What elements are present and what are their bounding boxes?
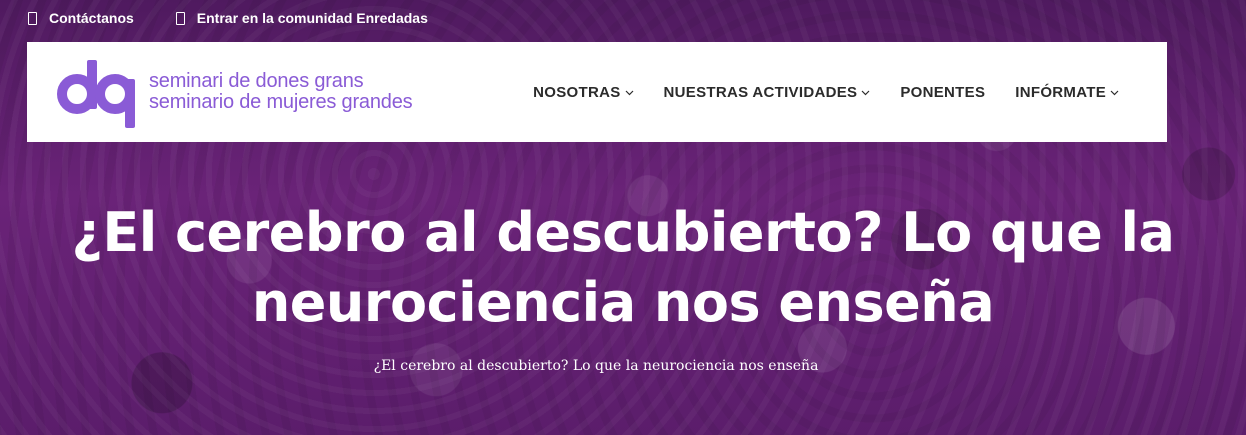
chevron-down-icon <box>625 90 633 95</box>
nav-item-label: INFÓRMATE <box>1015 83 1106 101</box>
community-link-label: Entrar en la comunidad Enredadas <box>196 10 428 26</box>
nav-item-label: NUESTRAS ACTIVIDADES <box>663 83 858 101</box>
site-header: seminari de dones grans seminario de muj… <box>27 42 1167 142</box>
logo-text-spanish: seminario de mujeres grandes <box>149 91 413 113</box>
nav-item-label: NOSOTRAS <box>533 83 621 101</box>
nav-item-nuestras-actividades[interactable]: NUESTRAS ACTIVIDADES <box>664 84 871 101</box>
nav-item-informate[interactable]: INFÓRMATE <box>1015 84 1119 101</box>
site-logo[interactable]: seminari de dones grans seminario de muj… <box>57 56 413 128</box>
phone-icon <box>28 11 37 25</box>
nav-item-label: PONENTES <box>900 83 986 101</box>
nav-item-ponentes[interactable]: PONENTES <box>900 84 985 101</box>
page-subtitle: ¿El cerebro al descubierto? Lo que la ne… <box>373 358 819 374</box>
contact-link[interactable]: Contáctanos <box>28 10 134 26</box>
mobile-icon <box>175 11 185 25</box>
page-title: ¿El cerebro al descubierto? Lo que la ne… <box>71 201 1175 334</box>
community-login-link[interactable]: Entrar en la comunidad Enredadas <box>175 10 428 26</box>
chevron-down-icon <box>861 90 870 95</box>
chevron-down-icon <box>1110 90 1119 95</box>
nav-item-nosotras[interactable]: NOSOTRAS <box>533 84 633 101</box>
logo-mark-icon <box>57 60 135 128</box>
main-navigation: NOSOTRAS NUESTRAS ACTIVIDADES PONENTES I… <box>533 84 1119 101</box>
top-utility-bar: Contáctanos Entrar en la comunidad Enred… <box>0 0 1246 36</box>
logo-text-catalan: seminari de dones grans <box>149 70 364 92</box>
contact-link-label: Contáctanos <box>49 10 134 26</box>
